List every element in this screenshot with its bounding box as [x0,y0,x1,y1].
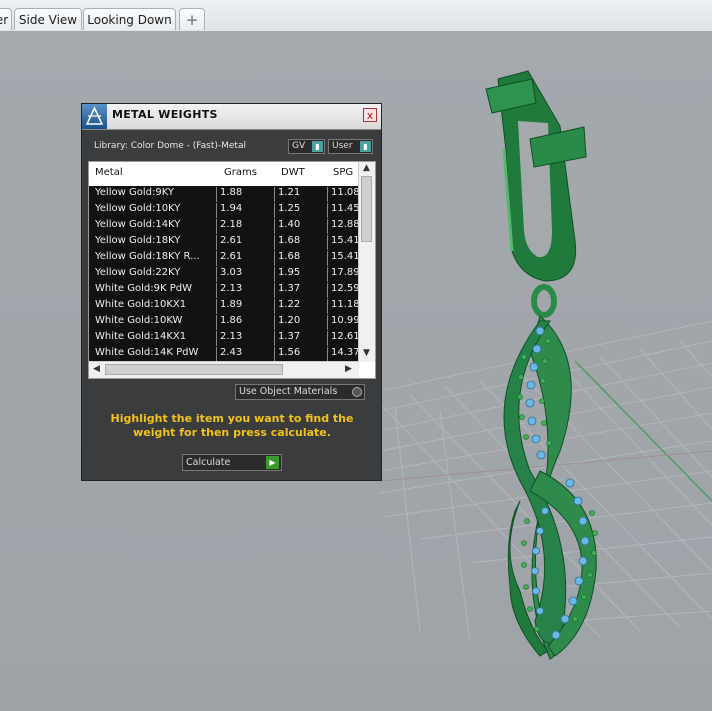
table-row[interactable]: White Gold:10KW 1.86 1.20 10.99 [89,314,359,330]
instruction-text: Highlight the item you want to find the … [110,412,354,439]
table-header: Metal Grams DWT SPG [89,162,359,187]
axis-line [574,360,712,502]
dropdown-arrow-icon: ▮ [360,141,371,152]
table-row[interactable]: Yellow Gold:22KY 3.03 1.95 17.89 [89,266,359,282]
dwt-cell: 1.68 [278,235,328,250]
dwt-cell: 1.56 [278,347,328,362]
column-header-metal[interactable]: Metal [95,167,123,178]
metal-cell: White Gold:10KX1 [89,299,217,314]
calculate-button[interactable]: Calculate ▶ [182,454,282,471]
dwt-cell: 1.40 [278,219,328,234]
spg-cell: 11.18 [331,299,359,310]
dwt-cell: 1.95 [278,267,328,282]
table-row[interactable]: White Gold:9K PdW 2.13 1.37 12.59 [89,282,359,298]
horizontal-scrollbar[interactable]: ◀ ▶ [89,361,359,378]
metal-cell: Yellow Gold:18KY R... [89,251,217,266]
metal-cell: White Gold:14K PdW [89,347,217,362]
table-row[interactable]: Yellow Gold:18KY R... 2.61 1.68 15.41 [89,250,359,266]
metal-cell: Yellow Gold:18KY [89,235,217,250]
tab-label: Looking Down [87,13,172,27]
grams-cell: 1.86 [220,315,275,330]
scale-logo-icon [82,104,107,129]
metal-cell: White Gold:14KX1 [89,331,217,346]
scroll-right-icon[interactable]: ▶ [345,364,352,374]
tab-partial[interactable]: er [0,8,12,30]
table-row[interactable]: Yellow Gold:10KY 1.94 1.25 11.45 [89,202,359,218]
library-label: Library: Color Dome - (Fast)-Metal [94,141,246,151]
radio-icon [352,387,362,397]
panel-title: METAL WEIGHTS [112,108,218,121]
dwt-cell: 1.68 [278,251,328,266]
view-tab-strip: er Side View Looking Down + [0,0,712,32]
grams-cell: 2.13 [220,283,275,298]
dropdown-arrow-icon: ▮ [312,141,323,152]
gv-label: GV [292,141,306,151]
grams-cell: 2.18 [220,219,275,234]
spg-cell: 15.41 [331,251,359,262]
metal-cell: Yellow Gold:14KY [89,219,217,234]
metal-cell: Yellow Gold:10KY [89,203,217,218]
dwt-cell: 1.21 [278,187,328,202]
spg-cell: 11.45 [331,203,359,214]
vertical-scrollbar[interactable]: ▲ ▼ [358,162,375,362]
dwt-cell: 1.37 [278,283,328,298]
grams-cell: 2.61 [220,251,275,266]
dwt-cell: 1.22 [278,299,328,314]
spg-cell: 12.88 [331,219,359,230]
spg-cell: 11.08 [331,187,359,198]
gv-dropdown[interactable]: GV ▮ [288,139,325,154]
grams-cell: 1.89 [220,299,275,314]
grams-cell: 2.43 [220,347,275,362]
dwt-cell: 1.37 [278,331,328,346]
table-row[interactable]: Yellow Gold:14KY 2.18 1.40 12.88 [89,218,359,234]
user-label: User [332,141,353,151]
metal-cell: White Gold:9K PdW [89,283,217,298]
grams-cell: 1.94 [220,203,275,218]
table-row[interactable]: White Gold:14KX1 2.13 1.37 12.61 [89,330,359,346]
plus-icon: + [185,11,199,29]
metal-cell: Yellow Gold:22KY [89,267,217,282]
column-header-grams[interactable]: Grams [224,167,257,178]
close-button[interactable]: x [363,108,377,122]
scroll-thumb[interactable] [105,364,283,375]
use-object-materials-toggle[interactable]: Use Object Materials [235,384,365,400]
panel-header[interactable]: METAL WEIGHTS x [82,104,381,130]
grams-cell: 2.13 [220,331,275,346]
spg-cell: 12.61 [331,331,359,342]
grams-cell: 2.61 [220,235,275,250]
metal-cell: White Gold:10KW [89,315,217,330]
table-row[interactable]: White Gold:10KX1 1.89 1.22 11.18 [89,298,359,314]
table-body: Yellow Gold:9KY 1.88 1.21 11.08 Yellow Gold… [89,186,359,362]
spg-cell: 14.37 [331,347,359,358]
grams-cell: 1.88 [220,187,275,202]
column-header-dwt[interactable]: DWT [281,167,305,178]
add-tab-button[interactable]: + [179,8,205,30]
dwt-cell: 1.20 [278,315,328,330]
scroll-left-icon[interactable]: ◀ [93,364,100,374]
tab-label: er [0,13,9,27]
play-icon: ▶ [266,456,279,469]
dwt-cell: 1.25 [278,203,328,218]
user-dropdown[interactable]: User ▮ [328,139,373,154]
scroll-up-icon[interactable]: ▲ [363,163,370,173]
metal-table[interactable]: Metal Grams DWT SPG Yellow Gold:9KY 1.88 1… [88,161,376,379]
spg-cell: 15.41 [331,235,359,246]
tab-side-view[interactable]: Side View [14,8,82,30]
tab-looking-down[interactable]: Looking Down [83,8,176,30]
metal-cell: Yellow Gold:9KY [89,187,217,202]
spg-cell: 10.99 [331,315,359,326]
table-row[interactable]: Yellow Gold:18KY 2.61 1.68 15.41 [89,234,359,250]
scroll-down-icon[interactable]: ▼ [363,348,370,358]
table-row[interactable]: White Gold:14K PdW 2.43 1.56 14.37 [89,346,359,362]
spg-cell: 12.59 [331,283,359,294]
calculate-label: Calculate [186,457,231,468]
use-object-materials-label: Use Object Materials [239,386,338,397]
grams-cell: 3.03 [220,267,275,282]
spg-cell: 17.89 [331,267,359,278]
column-header-spg[interactable]: SPG [333,167,353,178]
scroll-thumb[interactable] [361,176,372,242]
table-row[interactable]: Yellow Gold:9KY 1.88 1.21 11.08 [89,186,359,202]
metal-weights-panel: METAL WEIGHTS x Library: Color Dome - (F… [81,103,382,481]
tab-label: Side View [18,13,78,27]
